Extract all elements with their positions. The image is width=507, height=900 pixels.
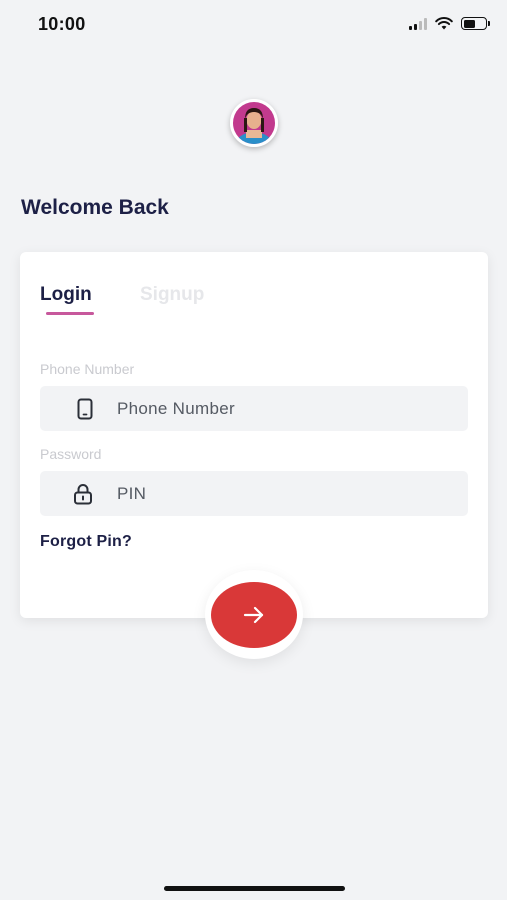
status-bar: 10:00 [0,0,507,50]
signal-icon [409,17,427,30]
phone-number-label: Phone Number [40,361,135,377]
avatar [225,99,283,147]
profile-photo [230,99,278,147]
status-time: 10:00 [38,14,86,34]
submit-button[interactable] [211,581,297,648]
pin-input[interactable] [117,471,447,516]
active-tab-indicator [46,312,94,315]
login-screen: 10:00 Welcome Back Login Signup Phone Nu… [0,0,507,900]
tab-login[interactable]: Login [40,284,92,306]
phone-icon [75,398,95,420]
tab-signup[interactable]: Signup [140,284,204,306]
page-title: Welcome Back [21,196,169,219]
phone-number-input[interactable] [117,386,447,431]
phone-number-field-container[interactable] [40,386,468,431]
lock-icon [73,483,93,505]
battery-icon [461,17,490,30]
wifi-icon [435,17,453,30]
forgot-pin-link[interactable]: Forgot Pin? [40,533,132,551]
password-label: Password [40,446,102,462]
pin-field-container[interactable] [40,471,468,516]
home-indicator [164,886,345,891]
login-card: Login Signup Phone Number Password [20,252,488,618]
status-icons [409,17,490,30]
submit-button-ring [205,570,303,659]
arrow-right-icon [243,606,264,623]
